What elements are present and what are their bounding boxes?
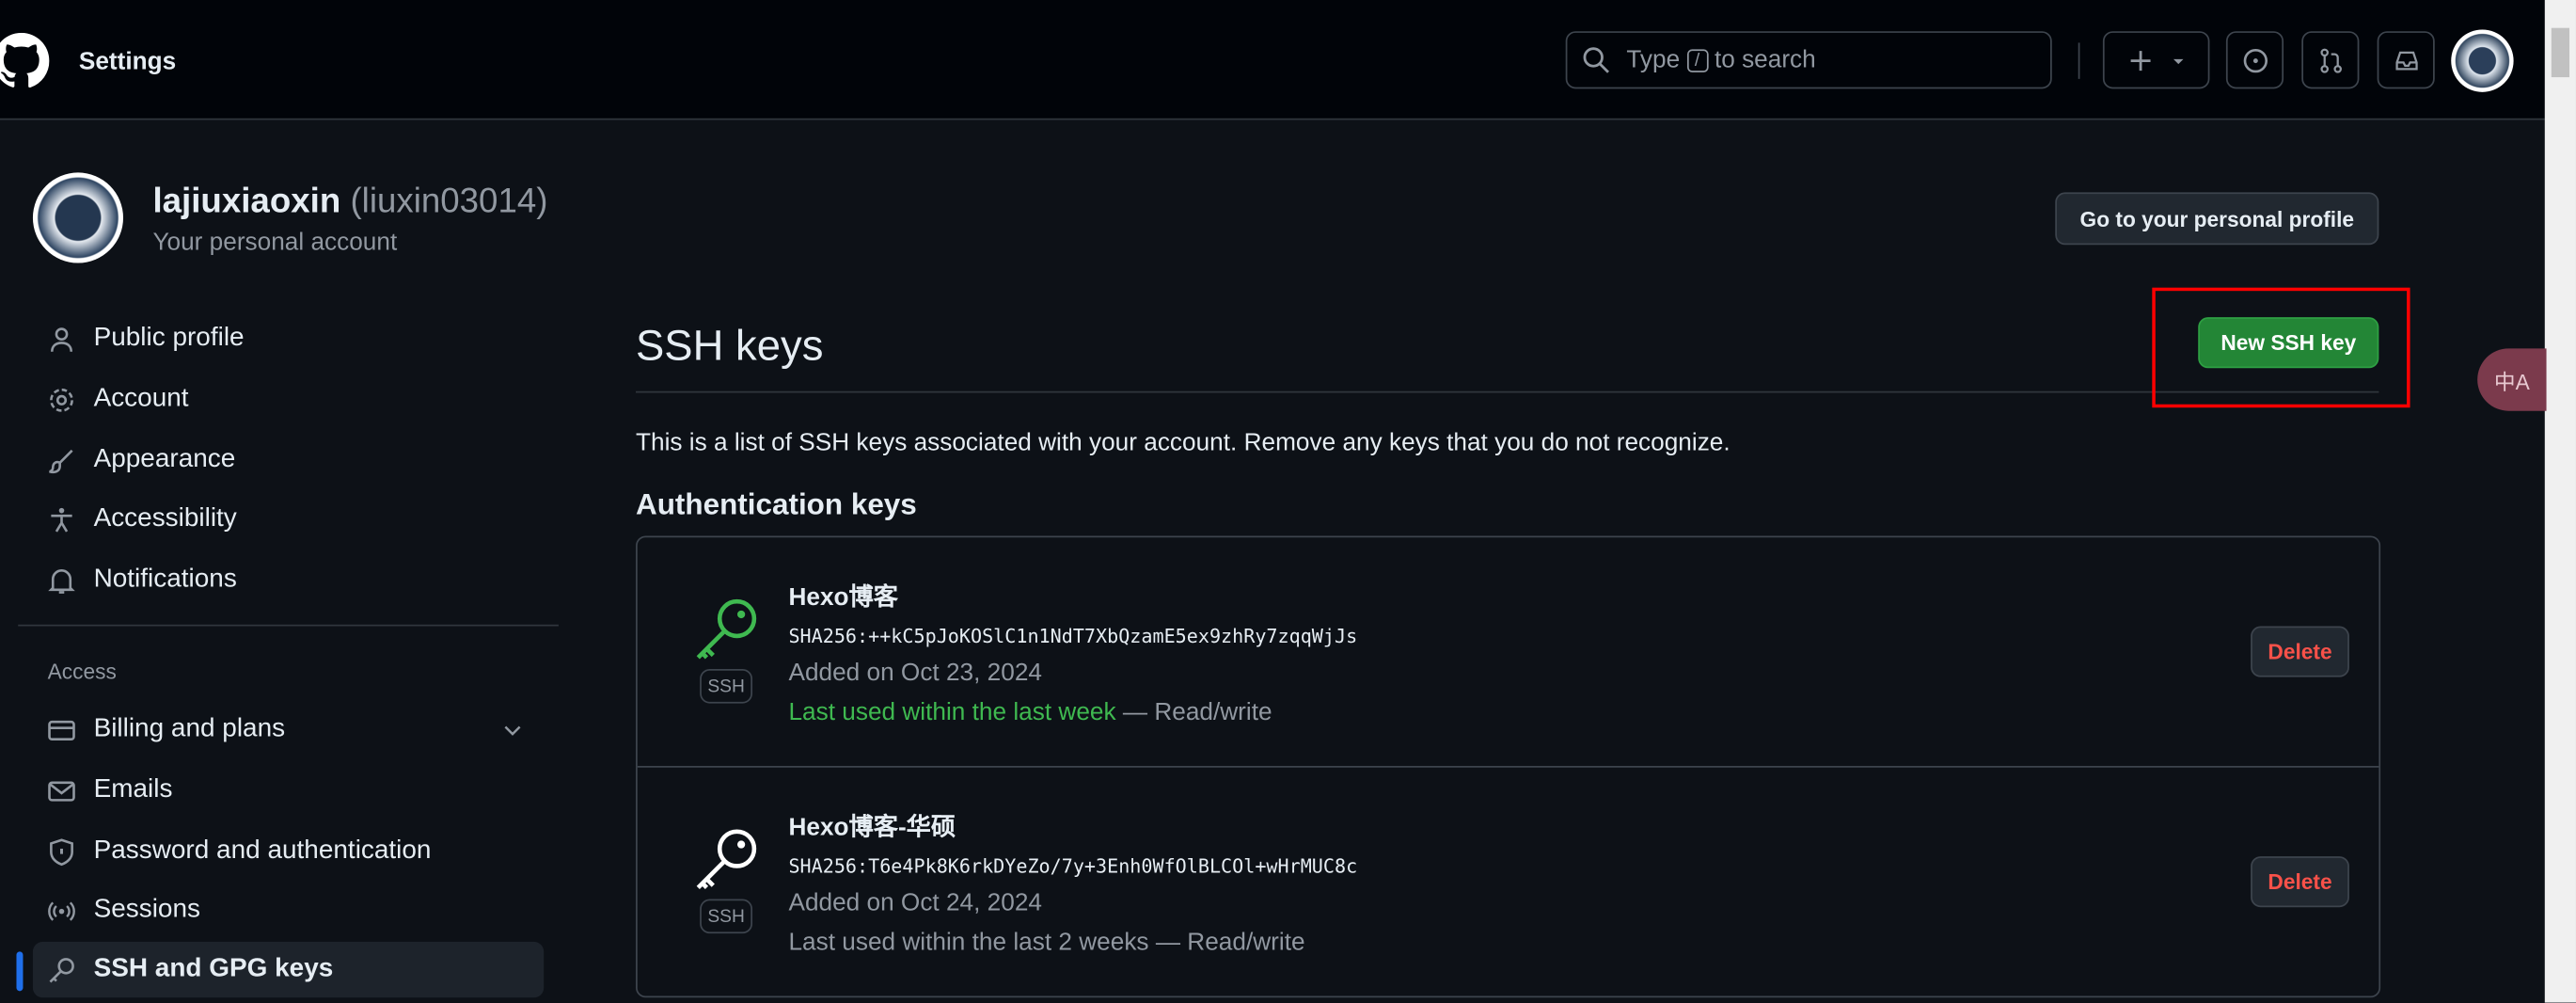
sidebar-item-ssh-gpg-keys[interactable]: SSH and GPG keys (16, 941, 545, 998)
page-context-title: Settings (78, 47, 177, 76)
ssh-badge: SSH (700, 899, 753, 934)
pull-request-icon (2319, 47, 2342, 72)
sidebar-divider (18, 624, 559, 627)
avatar[interactable] (2451, 29, 2514, 92)
top-header: Settings Type / to search (0, 0, 2545, 120)
inbox-icon (2394, 50, 2417, 70)
sidebar-item-label: Accessibility (93, 504, 237, 533)
sidebar-item-account[interactable]: Account (33, 372, 544, 427)
selected-indicator (16, 951, 24, 992)
sidebar-item-label: Account (93, 384, 189, 413)
chevron-down-icon (2173, 58, 2183, 64)
sidebar-item-label: Billing and plans (93, 714, 286, 743)
sidebar-item-billing[interactable]: Billing and plans (33, 702, 544, 757)
page-title: SSH keys (636, 320, 824, 371)
shield-icon (50, 837, 73, 866)
sidebar-item-label: Appearance (93, 445, 236, 474)
paintbrush-icon (49, 449, 73, 473)
chevron-down-icon[interactable] (501, 718, 524, 740)
sidebar-item-label: Password and authentication (93, 836, 432, 865)
person-icon (50, 326, 73, 351)
sidebar-item-public-profile[interactable]: Public profile (33, 310, 544, 366)
key-icon (49, 957, 74, 982)
delete-button[interactable]: Delete (2251, 626, 2349, 677)
github-logo[interactable] (0, 32, 50, 88)
highlight-box (2152, 287, 2410, 408)
description: This is a list of SSH keys associated wi… (636, 428, 1731, 457)
delete-button[interactable]: Delete (2251, 856, 2349, 908)
ssh-badge: SSH (700, 668, 753, 704)
go-to-profile-button[interactable]: Go to your personal profile (2055, 192, 2379, 246)
issues-icon (2242, 48, 2268, 72)
list-item: SSH Hexo博客 SHA256:++kC5pJoKOSlC1n1NdT7Xb… (638, 537, 2380, 768)
login: (liuxin03014) (350, 182, 548, 221)
list-item: SSH Hexo博客-华硕 SHA256:T6e4Pk8K6rkDYeZo/7y… (638, 768, 2380, 998)
key-name: Hexo博客 (788, 583, 898, 612)
sidebar-item-label: Sessions (93, 896, 200, 924)
search-prefix: Type (1626, 45, 1681, 74)
plus-icon (2129, 50, 2150, 71)
sidebar-item-sessions[interactable]: Sessions (33, 883, 544, 938)
mail-icon (48, 780, 75, 801)
sidebar-item-password[interactable]: Password and authentication (33, 823, 544, 879)
translate-widget[interactable]: 中A (2477, 348, 2547, 411)
key-icon (696, 598, 757, 660)
scrollbar-thumb[interactable] (2551, 27, 2569, 78)
sidebar-item-accessibility[interactable]: Accessibility (33, 491, 544, 547)
key-added-date: Added on Oct 23, 2024 (788, 659, 1042, 688)
search-icon (1583, 47, 1609, 73)
credit-card-icon (48, 720, 75, 740)
last-used-text: Last used within the last 2 weeks (788, 928, 1149, 957)
sidebar-item-notifications[interactable]: Notifications (33, 552, 544, 608)
search-suffix: to search (1714, 45, 1816, 74)
inbox-button[interactable] (2377, 31, 2435, 89)
key-last-used: Last used within the last 2 weeks — Read… (788, 929, 1304, 957)
account-name: lajiuxiaoxin (liuxin03014) (152, 183, 547, 222)
sidebar-item-emails[interactable]: Emails (33, 763, 544, 819)
sidebar-item-label: SSH and GPG keys (93, 954, 334, 983)
access-level: — Read/write (1155, 928, 1305, 957)
scrollbar[interactable] (2544, 0, 2576, 1003)
create-new-button[interactable] (2102, 31, 2210, 89)
access-level: — Read/write (1122, 698, 1272, 727)
section-heading: Authentication keys (636, 487, 917, 521)
sidebar-section-access: Access (47, 659, 117, 684)
sidebar-item-label: Public profile (93, 324, 245, 352)
key-fingerprint: SHA256:T6e4Pk8K6rkDYeZo/7y+3Enh0WfOlBLCO… (788, 854, 1358, 878)
key-fingerprint: SHA256:++kC5pJoKOSlC1n1NdT7XbQzamE5ex9zh… (788, 624, 1358, 648)
keys-list: SSH Hexo博客 SHA256:++kC5pJoKOSlC1n1NdT7Xb… (636, 535, 2381, 998)
bell-icon (48, 568, 75, 593)
accessibility-icon (51, 506, 72, 532)
key-icon (696, 829, 757, 890)
title-divider (636, 390, 2379, 393)
username: lajiuxiaoxin (152, 182, 341, 221)
key-last-used: Last used within the last week — Read/wr… (788, 698, 1272, 726)
broadcast-icon (48, 900, 75, 920)
account-avatar (32, 172, 124, 263)
key-added-date: Added on Oct 24, 2024 (788, 889, 1042, 917)
gear-icon (50, 388, 73, 411)
last-used-text: Last used within the last week (788, 698, 1116, 727)
sidebar-item-appearance[interactable]: Appearance (33, 432, 544, 487)
key-name: Hexo博客-华硕 (788, 813, 956, 842)
sidebar-item-label: Notifications (93, 565, 237, 594)
account-subtitle: Your personal account (152, 228, 398, 257)
search-shortcut-key: / (1686, 48, 1708, 72)
sidebar-item-label: Emails (93, 775, 173, 804)
pull-requests-button[interactable] (2301, 31, 2360, 89)
issues-button[interactable] (2225, 31, 2284, 89)
search-input[interactable]: Type / to search (1565, 31, 2052, 89)
header-divider (2078, 42, 2080, 79)
